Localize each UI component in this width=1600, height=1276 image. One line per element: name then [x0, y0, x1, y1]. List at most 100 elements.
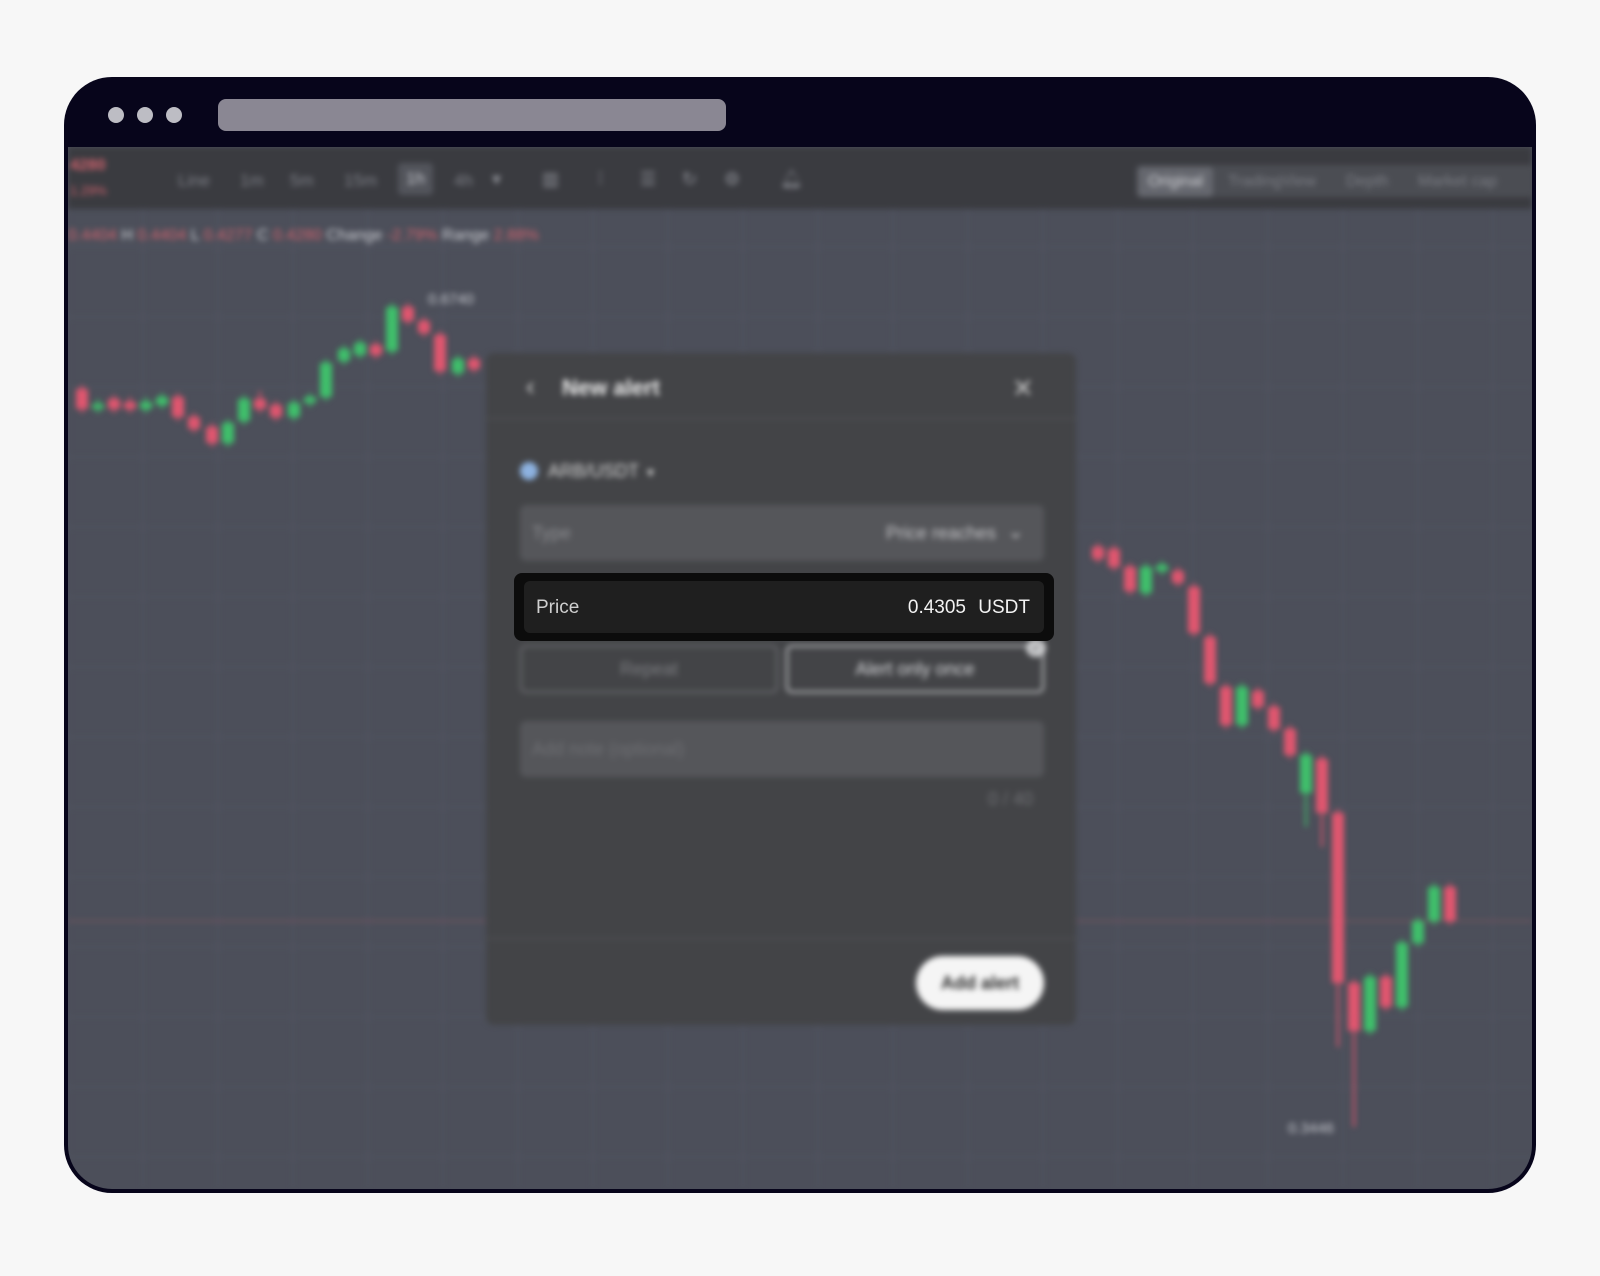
note-placeholder: Add note (optional) — [532, 739, 685, 759]
candle-body — [1092, 547, 1104, 559]
low-value: 0.4277 — [203, 227, 253, 244]
interval-4h[interactable]: 4h — [454, 171, 473, 191]
candle-body — [1380, 977, 1392, 1007]
candle-body — [1300, 755, 1312, 793]
list-icon[interactable]: ☰ — [640, 169, 662, 189]
repeat-option[interactable]: Repeat — [520, 645, 778, 693]
type-value: Price reaches — [885, 523, 996, 543]
candle-body — [418, 321, 430, 333]
candle-body — [76, 389, 88, 409]
window-dot-icon[interactable] — [137, 107, 153, 123]
candle-body — [1236, 687, 1248, 725]
candle-body — [1396, 943, 1408, 1007]
price-label: Price — [536, 597, 580, 618]
chevron-down-icon[interactable]: ▾ — [492, 169, 514, 189]
pair-selector[interactable]: ARB/USDT ▾ — [520, 461, 654, 482]
candle-body — [1204, 637, 1216, 683]
close-label: C — [256, 227, 269, 244]
candle-body — [386, 307, 398, 351]
tab-market-cap[interactable]: Market cap — [1418, 173, 1497, 191]
candle-body — [238, 399, 250, 421]
candle-body — [92, 404, 104, 409]
add-alert-button[interactable]: Add alert — [916, 956, 1044, 1010]
change-label: Change — [326, 227, 383, 244]
back-arrow-icon[interactable]: ‹ — [526, 373, 546, 399]
candle-body — [402, 307, 414, 321]
candle-body — [1316, 759, 1328, 813]
high-marker-label: 0.6740 — [428, 291, 474, 308]
settings-icon[interactable]: ⚙ — [724, 169, 746, 189]
tab-tradingview[interactable]: TradingView — [1228, 173, 1316, 191]
price-input[interactable]: Price 0.4305 USDT — [524, 581, 1044, 633]
candle-body — [124, 402, 136, 409]
candle-body — [1172, 571, 1184, 583]
view-tabs: Original TradingView Depth Market cap — [1136, 165, 1532, 197]
interval-line[interactable]: Line — [178, 171, 210, 191]
char-counter: 0 / 40 — [988, 789, 1034, 809]
low-label: L — [190, 227, 200, 244]
chevron-down-icon: ⌄ — [1007, 521, 1024, 543]
candle-body — [1412, 921, 1424, 943]
candle-body — [1140, 567, 1152, 593]
pair-label: ARB/USDT — [548, 461, 640, 481]
candle-body — [1220, 687, 1232, 725]
candle-body — [1188, 587, 1200, 633]
type-label: Type — [532, 523, 572, 543]
price-value[interactable]: 0.4305 — [908, 597, 966, 619]
interval-5m[interactable]: 5m — [290, 171, 314, 191]
check-icon: ✓ — [1026, 639, 1046, 657]
range-value: 2.88% — [493, 227, 539, 244]
footer-divider — [486, 938, 1076, 939]
outer-card: 0.6740 0.3446 4280 1.29% Line 1m 5m 15m … — [0, 0, 1600, 1276]
type-select[interactable]: Type Price reaches ⌄ — [520, 505, 1044, 561]
candle-body — [188, 417, 200, 429]
interval-15m[interactable]: 15m — [344, 171, 377, 191]
candle-body — [1156, 565, 1168, 571]
ticker-change: 1.29% — [70, 183, 107, 198]
candle-body — [140, 402, 152, 409]
address-bar[interactable] — [218, 99, 726, 131]
window-dot-icon[interactable] — [166, 107, 182, 123]
candle-body — [1268, 707, 1280, 729]
window-dot-icon[interactable] — [108, 107, 124, 123]
rotate-icon[interactable]: ↻ — [682, 169, 704, 189]
tab-depth[interactable]: Depth — [1346, 173, 1389, 191]
price-unit: USDT — [978, 597, 1030, 618]
page-viewport: 0.6740 0.3446 4280 1.29% Line 1m 5m 15m … — [68, 147, 1532, 1189]
candle-body — [1124, 567, 1136, 591]
high-value: 0.4404 — [137, 227, 187, 244]
candle-body — [1428, 887, 1440, 921]
alert-once-label: Alert only once — [855, 659, 975, 679]
range-label: Range — [442, 227, 490, 244]
note-input[interactable]: Add note (optional) — [520, 721, 1044, 777]
high-label: H — [121, 227, 133, 244]
candle-body — [320, 363, 332, 397]
candle-body — [1252, 691, 1264, 707]
ticker-price: 4280 — [70, 157, 106, 174]
candle-body — [1284, 729, 1296, 755]
candle-body — [1348, 983, 1360, 1031]
interval-1h[interactable]: 1h — [398, 163, 433, 195]
candle-body — [354, 343, 366, 355]
candle-body — [434, 335, 446, 371]
candle-body — [1332, 813, 1344, 983]
candle-body — [338, 349, 350, 361]
indicators-icon[interactable]: ⫶ — [598, 169, 620, 189]
modal-header: ‹ New alert ✕ — [486, 353, 1076, 419]
candle-body — [206, 427, 218, 443]
candle-body — [108, 399, 120, 409]
change-value: -2.79% — [386, 227, 438, 244]
alert-bell-icon[interactable]: 🔔︎ — [780, 169, 803, 189]
candle-body — [304, 397, 316, 403]
candle-body — [172, 397, 184, 417]
tab-original[interactable]: Original — [1138, 167, 1214, 197]
alert-once-option[interactable]: Alert only once ✓ — [786, 639, 1046, 693]
candle-body — [1364, 977, 1376, 1031]
candle-body — [370, 345, 382, 355]
close-icon[interactable]: ✕ — [1012, 373, 1034, 404]
candle-body — [156, 397, 168, 405]
browser-window: 0.6740 0.3446 4280 1.29% Line 1m 5m 15m … — [64, 77, 1536, 1193]
close-value: 0.4280 — [272, 227, 322, 244]
candle-type-icon[interactable]: ▥ — [542, 169, 564, 189]
interval-1m[interactable]: 1m — [240, 171, 264, 191]
